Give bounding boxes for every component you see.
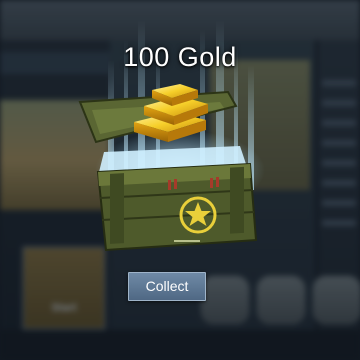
gold-bars-icon xyxy=(134,84,208,142)
collect-button[interactable]: Collect xyxy=(128,272,206,301)
reward-screen: Start 100 Gold Collect xyxy=(0,0,360,360)
reward-title: 100 Gold xyxy=(123,42,237,72)
star-emblem-icon xyxy=(179,196,217,234)
